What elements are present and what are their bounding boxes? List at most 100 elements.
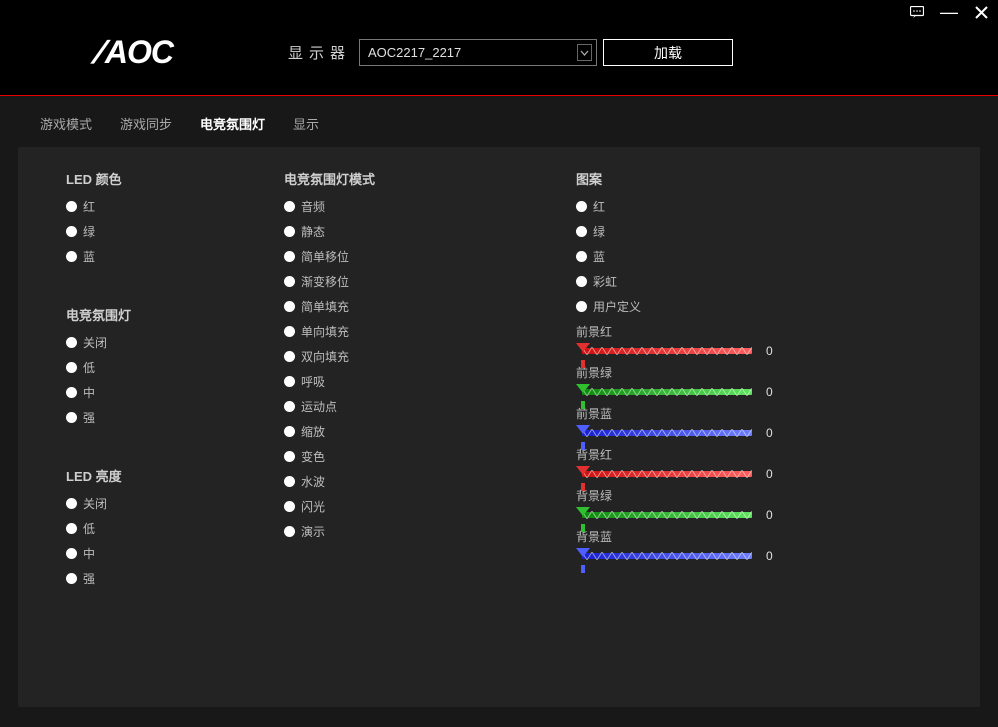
radio-icon <box>576 301 587 312</box>
led-color-option-label: 蓝 <box>83 248 95 265</box>
light-fx-level-option-1[interactable]: 低 <box>66 359 268 376</box>
led-brightness-option-3[interactable]: 强 <box>66 570 268 587</box>
light-fx-mode-title: 电竞氛围灯模式 <box>284 169 560 188</box>
light-fx-mode-option-3[interactable]: 渐变移位 <box>284 273 560 290</box>
light-fx-level-title: 电竞氛围灯 <box>66 305 268 324</box>
slider-track-bg-blue[interactable] <box>576 549 752 563</box>
led-brightness-option-0[interactable]: 关闭 <box>66 495 268 512</box>
tab-bar: 游戏模式 游戏同步 电竞氛围灯 显示 <box>0 96 998 147</box>
tab-game-sync[interactable]: 游戏同步 <box>120 114 172 133</box>
light-fx-mode-option-label: 演示 <box>301 523 325 540</box>
light-fx-mode-option-5[interactable]: 单向填充 <box>284 323 560 340</box>
light-fx-level-option-2[interactable]: 中 <box>66 384 268 401</box>
light-fx-mode-option-0[interactable]: 音频 <box>284 198 560 215</box>
radio-icon <box>576 276 587 287</box>
pattern-option-3[interactable]: 彩虹 <box>576 273 950 290</box>
slider-thumb-icon[interactable] <box>576 343 590 352</box>
radio-icon <box>284 226 295 237</box>
slider-value-fg-green: 0 <box>766 385 786 399</box>
light-fx-mode-option-label: 静态 <box>301 223 325 240</box>
slider-value-fg-red: 0 <box>766 344 786 358</box>
monitor-label: 显示器 <box>288 42 351 63</box>
slider-row: 0 <box>576 385 950 399</box>
led-color-option-2[interactable]: 蓝 <box>66 248 268 265</box>
column-pattern: 图案红绿蓝彩虹用户定义前景红0前景绿0前景蓝0背景红0背景绿0背景蓝0 <box>568 155 980 707</box>
light-fx-level-option-label: 关闭 <box>83 334 107 351</box>
tab-light-fx[interactable]: 电竞氛围灯 <box>200 114 265 133</box>
monitor-select-value: AOC2217_2217 <box>368 45 461 60</box>
slider-thumb-icon[interactable] <box>576 548 590 557</box>
radio-icon <box>284 301 295 312</box>
light-fx-mode-option-8[interactable]: 运动点 <box>284 398 560 415</box>
slider-value-bg-blue: 0 <box>766 549 786 563</box>
header: /AOC 显示器 AOC2217_2217 加载 <box>0 24 998 95</box>
slider-thumb-icon[interactable] <box>576 466 590 475</box>
slider-track-fg-green[interactable] <box>576 385 752 399</box>
radio-icon <box>284 276 295 287</box>
led-brightness-option-1[interactable]: 低 <box>66 520 268 537</box>
light-fx-mode-option-label: 呼吸 <box>301 373 325 390</box>
light-fx-mode-option-4[interactable]: 简单填充 <box>284 298 560 315</box>
radio-icon <box>66 226 77 237</box>
load-button[interactable]: 加载 <box>603 39 733 66</box>
radio-icon <box>66 523 77 534</box>
slider-pattern-icon <box>582 552 752 560</box>
light-fx-mode-option-7[interactable]: 呼吸 <box>284 373 560 390</box>
light-fx-mode-option-label: 渐变移位 <box>301 273 349 290</box>
led-color-option-0[interactable]: 红 <box>66 198 268 215</box>
led-brightness-option-2[interactable]: 中 <box>66 545 268 562</box>
minimize-icon[interactable]: — <box>942 5 956 19</box>
light-fx-mode-option-12[interactable]: 闪光 <box>284 498 560 515</box>
slider-track-fg-blue[interactable] <box>576 426 752 440</box>
light-fx-level-option-label: 强 <box>83 409 95 426</box>
close-icon[interactable] <box>974 5 988 19</box>
pattern-option-label: 绿 <box>593 223 605 240</box>
light-fx-mode-option-6[interactable]: 双向填充 <box>284 348 560 365</box>
slider-bg-red: 背景红0 <box>576 446 950 481</box>
tab-display[interactable]: 显示 <box>293 114 319 133</box>
radio-icon <box>284 351 295 362</box>
radio-icon <box>66 337 77 348</box>
light-fx-mode-option-label: 闪光 <box>301 498 325 515</box>
pattern-option-label: 红 <box>593 198 605 215</box>
slider-thumb-icon[interactable] <box>576 507 590 516</box>
radio-icon <box>576 251 587 262</box>
radio-icon <box>284 376 295 387</box>
led-brightness-option-label: 强 <box>83 570 95 587</box>
light-fx-mode-option-label: 音频 <box>301 198 325 215</box>
light-fx-mode-option-1[interactable]: 静态 <box>284 223 560 240</box>
slider-thumb-icon[interactable] <box>576 384 590 393</box>
slider-thumb-icon[interactable] <box>576 425 590 434</box>
radio-icon <box>284 501 295 512</box>
light-fx-level-option-label: 中 <box>83 384 95 401</box>
light-fx-level-option-0[interactable]: 关闭 <box>66 334 268 351</box>
tab-game-mode[interactable]: 游戏模式 <box>40 114 92 133</box>
pattern-option-1[interactable]: 绿 <box>576 223 950 240</box>
pattern-option-4[interactable]: 用户定义 <box>576 298 950 315</box>
slider-track-fg-red[interactable] <box>576 344 752 358</box>
led-color-option-1[interactable]: 绿 <box>66 223 268 240</box>
light-fx-mode-option-9[interactable]: 缩放 <box>284 423 560 440</box>
radio-icon <box>66 548 77 559</box>
radio-icon <box>284 476 295 487</box>
light-fx-level-option-3[interactable]: 强 <box>66 409 268 426</box>
slider-pattern-icon <box>582 429 752 437</box>
light-fx-mode-option-11[interactable]: 水波 <box>284 473 560 490</box>
light-fx-mode-option-13[interactable]: 演示 <box>284 523 560 540</box>
slider-track-bg-red[interactable] <box>576 467 752 481</box>
pattern-option-2[interactable]: 蓝 <box>576 248 950 265</box>
slider-fg-blue: 前景蓝0 <box>576 405 950 440</box>
light-fx-level-option-label: 低 <box>83 359 95 376</box>
radio-icon <box>284 401 295 412</box>
feedback-icon[interactable] <box>910 5 924 19</box>
radio-icon <box>284 426 295 437</box>
monitor-select[interactable]: AOC2217_2217 <box>359 39 597 66</box>
led-brightness-title: LED 亮度 <box>66 466 268 485</box>
light-fx-mode-option-10[interactable]: 变色 <box>284 448 560 465</box>
radio-icon <box>66 573 77 584</box>
pattern-option-0[interactable]: 红 <box>576 198 950 215</box>
light-fx-mode-option-label: 简单移位 <box>301 248 349 265</box>
light-fx-mode-option-2[interactable]: 简单移位 <box>284 248 560 265</box>
light-fx-mode-option-label: 水波 <box>301 473 325 490</box>
slider-track-bg-green[interactable] <box>576 508 752 522</box>
